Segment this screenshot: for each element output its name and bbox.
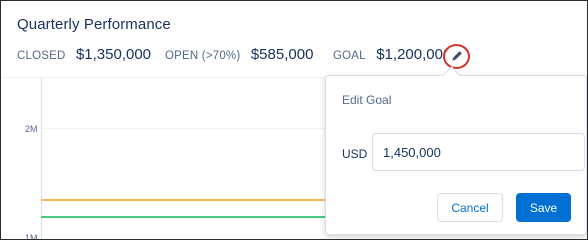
metric-goal-value: $1,200,000 [376,46,452,63]
metric-open-value: $585,000 [250,46,314,63]
screenshot-frame: Quarterly Performance CLOSED $1,350,000 … [0,0,588,240]
closed-series-line [41,216,341,218]
metric-open: OPEN (>70%) $585,000 [165,46,313,64]
metric-goal-label: GOAL [333,50,366,62]
cancel-button[interactable]: Cancel [437,193,503,222]
y-tick-1m: 1M [25,233,38,240]
y-tick-2m: 2M [25,124,38,134]
metric-closed: CLOSED $1,350,000 [17,46,151,64]
metric-open-label: OPEN (>70%) [165,50,241,62]
pencil-icon [452,51,462,61]
popover-title: Edit Goal [342,93,392,107]
save-button[interactable]: Save [516,193,571,222]
metric-goal: GOAL $1,200,000 [333,46,451,64]
currency-label: USD [342,147,368,161]
goal-amount-input[interactable] [372,133,585,171]
metric-closed-label: CLOSED [17,50,66,62]
card-title: Quarterly Performance [17,16,171,33]
goal-series-line [41,199,341,201]
edit-goal-button[interactable] [443,44,470,69]
metric-closed-value: $1,350,000 [75,46,152,63]
edit-goal-popover: Edit Goal USD Cancel Save [325,66,587,235]
card-header: Quarterly Performance CLOSED $1,350,000 … [1,1,587,77]
